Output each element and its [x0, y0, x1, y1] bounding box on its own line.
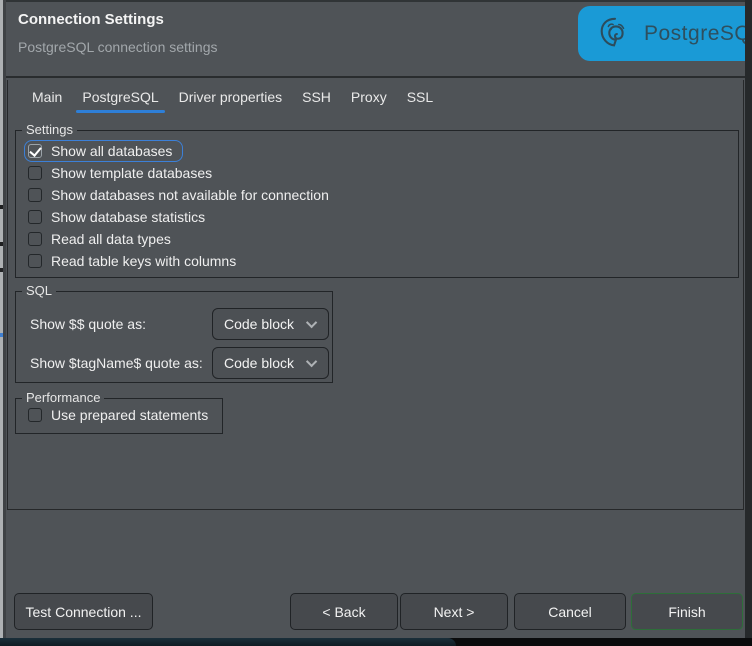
checkbox[interactable] [28, 210, 42, 224]
page-title: Connection Settings [18, 11, 164, 28]
background-window-right-edge [745, 0, 752, 638]
cancel-button[interactable]: Cancel [514, 593, 626, 630]
dropdown-value: Code block [224, 355, 309, 371]
tab-ssl[interactable]: SSL [407, 82, 433, 112]
settings-tab-folder: Main PostgreSQL Driver properties SSH Pr… [7, 80, 744, 510]
test-connection-button[interactable]: Test Connection ... [14, 593, 153, 630]
checkbox[interactable] [28, 408, 42, 422]
checkbox-row-show-database-statistics[interactable]: Show database statistics [24, 206, 216, 228]
screen: Connection Settings PostgreSQL connectio… [0, 0, 752, 646]
checkbox[interactable] [28, 144, 42, 158]
tagname-quote-dropdown[interactable]: Code block [212, 347, 329, 379]
checkbox-label: Read table keys with columns [51, 253, 236, 269]
checkbox-row-show-template-databases[interactable]: Show template databases [24, 162, 223, 184]
checkbox-row-show-all-databases[interactable]: Show all databases [24, 140, 183, 162]
dropdown-label: Show $$ quote as: [30, 316, 146, 332]
checkbox-label: Show all databases [51, 143, 172, 159]
checkbox[interactable] [28, 232, 42, 246]
badge-label: PostgreSQL [644, 22, 745, 46]
back-button[interactable]: < Back [290, 593, 398, 630]
checkbox-row-read-table-keys[interactable]: Read table keys with columns [24, 250, 247, 272]
dropdown-label: Show $tagName$ quote as: [30, 355, 203, 371]
checkbox[interactable] [28, 254, 42, 268]
connection-settings-dialog: Connection Settings PostgreSQL connectio… [6, 0, 745, 638]
settings-group: Settings Show all databases Show templat… [15, 130, 739, 278]
checkbox-row-read-all-data-types[interactable]: Read all data types [24, 228, 182, 250]
next-button[interactable]: Next > [400, 593, 508, 630]
dropdown-value: Code block [224, 316, 309, 332]
performance-group-legend: Performance [22, 390, 104, 405]
tab-bar: Main PostgreSQL Driver properties SSH Pr… [8, 80, 743, 113]
dialog-header: Connection Settings PostgreSQL connectio… [6, 2, 745, 78]
page-subtitle: PostgreSQL connection settings [18, 39, 218, 55]
tab-main[interactable]: Main [32, 82, 62, 112]
tab-ssh[interactable]: SSH [302, 82, 331, 112]
checkbox-row-use-prepared-statements[interactable]: Use prepared statements [24, 404, 219, 426]
sql-row-tagname-quote: Show $tagName$ quote as: Code block [16, 347, 332, 379]
sql-group-legend: SQL [22, 283, 56, 298]
checkbox-label: Use prepared statements [51, 407, 208, 423]
checkbox[interactable] [28, 166, 42, 180]
checkbox-label: Show database statistics [51, 209, 205, 225]
finish-button[interactable]: Finish [631, 593, 743, 630]
checkbox[interactable] [28, 188, 42, 202]
sql-group: SQL Show $$ quote as: Code block Show $t… [15, 291, 333, 383]
postgresql-elephant-icon [596, 15, 634, 53]
tab-postgresql[interactable]: PostgreSQL [82, 82, 158, 112]
postgresql-badge: PostgreSQL [578, 6, 745, 61]
performance-group: Performance Use prepared statements [15, 398, 223, 434]
checkbox-label: Read all data types [51, 231, 171, 247]
background-window-bottom-edge [0, 638, 752, 646]
tab-proxy[interactable]: Proxy [351, 82, 387, 112]
dollar-quote-dropdown[interactable]: Code block [212, 308, 329, 340]
checkbox-label: Show databases not available for connect… [51, 187, 329, 203]
settings-group-legend: Settings [22, 122, 77, 137]
checkbox-label: Show template databases [51, 165, 212, 181]
checkbox-row-show-unavailable-databases[interactable]: Show databases not available for connect… [24, 184, 340, 206]
tab-driver-properties[interactable]: Driver properties [179, 82, 282, 112]
sql-row-dollar-quote: Show $$ quote as: Code block [16, 308, 332, 340]
